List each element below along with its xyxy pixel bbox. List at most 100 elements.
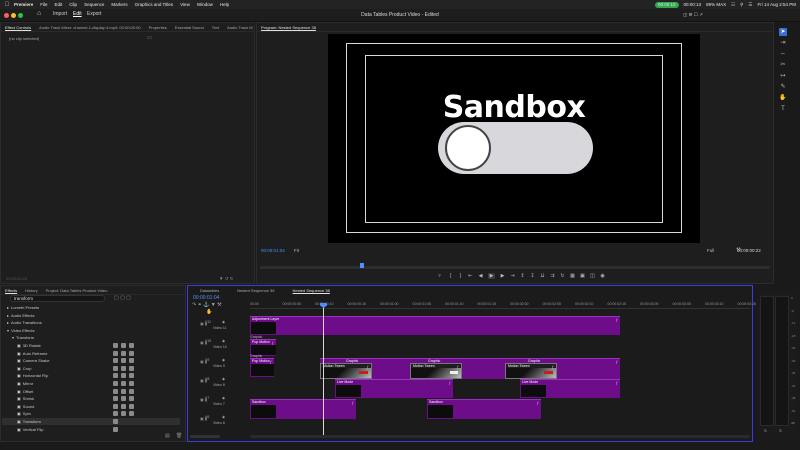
track-visibility-icon[interactable]: ◉ [222,358,225,362]
clip-live-mode[interactable]: Live Mode ƒ [335,379,453,398]
step-forward-icon[interactable]: ▶ [499,273,506,279]
battery-status[interactable]: 89% MAX [706,2,726,7]
type-tool-icon[interactable]: T [779,105,787,113]
clip-sandbox[interactable]: Sandbox ƒ [427,399,541,419]
timeline-tools-icons[interactable]: ↷ ⚭ ⚓ ▼ ⚒ [192,302,222,308]
effect-applied-icon[interactable]: ƒ [616,317,618,322]
timeline-timecode[interactable]: 00:00:01:04 [193,295,219,301]
pen-tool-icon[interactable]: ✎ [779,83,787,91]
zoom-fit-select[interactable]: Fit [294,248,299,253]
effect-preset-icon[interactable]: ▣ [17,373,21,378]
effects-tree-item[interactable]: ▾ Video Effects [2,327,180,334]
effect-preset-icon[interactable]: ▣ [17,427,21,432]
solo-left-button[interactable]: S [764,428,767,433]
menu-clip[interactable]: Clip [69,2,77,7]
track-visibility-icon[interactable]: ◉ [222,377,225,381]
search-icon[interactable]: ⚲ [740,2,743,8]
clip-motion-tween[interactable]: Motion Tween ƒ [320,363,372,379]
effects-tree-item[interactable]: ▣ Horizontal Flip [2,372,180,379]
panel-toggle-icon[interactable]: ▭ [147,35,152,41]
effect-applied-icon[interactable]: ƒ [270,359,272,364]
filter-icon[interactable]: ▼ ↺ ↻ [219,276,234,282]
effect-applied-icon[interactable]: ƒ [352,400,354,405]
play-button[interactable]: ▶ [488,273,495,279]
clip-motion-tween[interactable]: Motion Tween ƒ [410,363,462,379]
effect-applied-icon[interactable]: ƒ [616,380,618,385]
effects-tree-item[interactable]: ▣ Sound [2,403,180,410]
tab-essential-sound[interactable]: Essential Sound [171,25,208,30]
effect-applied-icon[interactable]: ƒ [272,340,274,345]
go-to-out-icon[interactable]: ⇥ [509,273,516,279]
clock[interactable]: Fri 14 Aug 2:54 PM [757,2,796,7]
effects-tree-item[interactable]: ▣ Offset [2,388,180,395]
disclosure-triangle-icon[interactable]: ▸ [7,313,9,318]
hand-tool-icon[interactable]: ✋ [779,94,787,102]
disclosure-triangle-icon[interactable]: ▾ [7,328,9,333]
effects-tree-item[interactable]: ▸ Lumetri Presets [2,304,180,311]
effect-preset-icon[interactable]: ▣ [17,343,21,348]
tab-program[interactable]: Program: Nested Sequence 38 [257,25,320,30]
effects-search-input[interactable]: transform [10,295,105,302]
effect-preset-icon[interactable]: ▣ [17,396,21,401]
effects-tree-item[interactable]: ▣ Shrink [2,395,180,402]
effect-preset-icon[interactable]: ▣ [17,381,21,386]
delete-icon[interactable]: 🗑 [176,433,182,439]
ripple-edit-tool-icon[interactable]: ⇔ [779,50,787,58]
safe-margins-icon[interactable]: ▦ [569,273,576,279]
effect-preset-icon[interactable]: ▣ [17,358,21,363]
effect-applied-icon[interactable]: ƒ [552,364,554,369]
track-select-tool-icon[interactable]: ⇥ [779,39,787,47]
effects-tree-item[interactable]: ▸ Audio Transitions [2,319,180,326]
workspace-icons[interactable]: ◫ ⚙ ☐ ↗ [683,12,703,18]
menu-window[interactable]: Window [197,2,213,7]
disclosure-triangle-icon[interactable]: ▸ [7,305,9,310]
clip-sandbox[interactable]: Sandbox ƒ [250,399,356,419]
effects-tree-item[interactable]: ▣ Vertical Flip [2,426,180,433]
effect-applied-icon[interactable]: ƒ [616,359,618,364]
recording-indicator[interactable]: 00:00:10 [655,1,679,8]
track-visibility-icon[interactable]: ◉ [222,339,225,343]
clip-pop-motion[interactable]: Pop Motion ƒ [250,358,274,377]
solo-right-button[interactable]: S [779,428,782,433]
step-back-icon[interactable]: ◀ [477,273,484,279]
razor-tool-icon[interactable]: ✂ [779,61,787,69]
tab-audio-track-mixer[interactable]: Audio Track Mixer: channel-1-display-4.m… [35,25,144,30]
marker-icon[interactable]: ▿ [436,273,443,279]
effects-tree-item[interactable]: ▣ Auto Reframe [2,350,180,357]
effect-preset-icon[interactable]: ▣ [17,411,21,416]
menu-help[interactable]: Help [220,2,229,7]
control-center-icon[interactable]: ☰ [748,2,752,8]
timeline-zoom-scroll[interactable] [190,435,220,438]
lift-icon[interactable]: ↥ [519,273,526,279]
wifi-icon[interactable]: ☷ [731,2,735,8]
program-timecode[interactable]: 00:00:01:04 [261,248,285,253]
tab-nested-sequence-38[interactable]: Nested Sequence 38 [289,288,334,293]
program-preview[interactable]: Sandbox [328,34,700,243]
clip-motion-tween[interactable]: Motion Tween ƒ [505,363,557,379]
settings-wrench-icon[interactable]: ⚒ [735,247,742,253]
clip-live-mode[interactable]: Live Mode ƒ [520,379,620,398]
menu-file[interactable]: File [40,2,47,7]
menu-sequence[interactable]: Sequence [84,2,104,7]
apple-icon[interactable]:  [0,2,14,8]
vr-icon[interactable]: ◉ [599,273,606,279]
menu-edit[interactable]: Edit [55,2,63,7]
overwrite-icon[interactable]: ⇉ [549,273,556,279]
timeline-playhead[interactable] [323,303,324,436]
effects-tree-item[interactable]: ▾ Transform [2,334,180,341]
menu-markers[interactable]: Markers [111,2,127,7]
effect-preset-icon[interactable]: ▣ [17,389,21,394]
effects-tree-item[interactable]: ▣ Spin [2,410,180,417]
effects-tree-item[interactable]: ▣ Mirror [2,380,180,387]
effects-tree-item[interactable]: ▸ Audio Effects [2,312,180,319]
insert-icon[interactable]: ⇊ [539,273,546,279]
disclosure-triangle-icon[interactable]: ▸ [7,320,9,325]
loop-icon[interactable]: ↻ [559,273,566,279]
go-to-in-icon[interactable]: ⇤ [467,273,474,279]
tab-project[interactable]: Project: Data Tables Product Video [42,288,112,293]
tab-history[interactable]: History [21,288,41,293]
menu-graphics-titles[interactable]: Graphics and Titles [135,2,174,7]
effect-preset-icon[interactable]: ▣ [17,366,21,371]
extract-icon[interactable]: ↧ [529,273,536,279]
track-visibility-icon[interactable]: ◉ [222,415,225,419]
